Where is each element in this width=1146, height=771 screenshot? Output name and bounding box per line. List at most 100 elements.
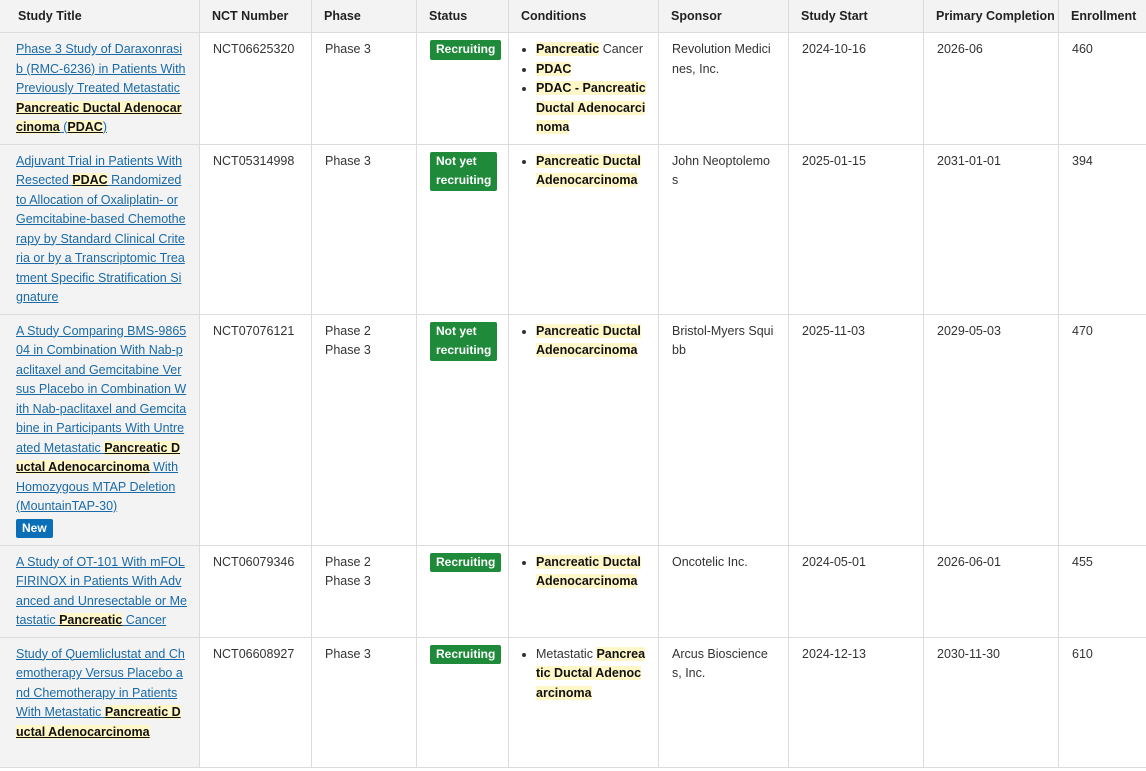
- col-header-conditions[interactable]: Conditions: [508, 0, 659, 33]
- status-cell: Recruiting: [416, 32, 509, 145]
- table-row: A Study of OT-101 With mFOLFIRINOX in Pa…: [0, 544, 1146, 638]
- status-badge: Not yet recruiting: [430, 321, 498, 361]
- table-row: A Study Comparing BMS-986504 in Combinat…: [0, 313, 1146, 546]
- search-highlight[interactable]: Pancreatic Ductal Adenocarcinoma: [16, 705, 181, 739]
- col-header-status[interactable]: Status: [416, 0, 509, 33]
- study-title-cell: A Study of OT-101 With mFOLFIRINOX in Pa…: [0, 544, 200, 638]
- col-header-study-start[interactable]: Study Start: [788, 0, 924, 33]
- condition-item: Pancreatic Ductal Adenocarcinoma: [536, 553, 646, 592]
- study-start-cell: 2024-05-01: [788, 544, 924, 638]
- status-badge-line: Recruiting: [436, 646, 496, 661]
- primary-completion-cell: 2029-05-03: [923, 313, 1059, 546]
- primary-completion-cell: 2026-06-01: [923, 544, 1059, 638]
- phase-value: Phase 2: [325, 554, 371, 569]
- conditions-list: Pancreatic Ductal Adenocarcinoma: [522, 553, 646, 592]
- search-highlight[interactable]: Pancreatic Ductal Adenocarcinoma: [16, 440, 180, 474]
- phase-cell: Phase 2 Phase 3: [311, 544, 417, 638]
- col-header-title[interactable]: Study Title: [0, 0, 200, 33]
- primary-completion-cell: 2030-11-30: [923, 636, 1059, 768]
- search-highlight[interactable]: Pancreatic: [59, 613, 123, 627]
- search-highlight: Pancreatic: [536, 42, 600, 56]
- enrollment-cell: 394: [1058, 143, 1146, 315]
- phase-value: Phase 3: [325, 42, 371, 56]
- sponsor-cell: John Neoptolemos: [658, 143, 789, 315]
- nct-number-cell: NCT07076121: [199, 313, 312, 546]
- conditions-cell: Pancreatic Ductal Adenocarcinoma: [508, 544, 659, 638]
- condition-item: Pancreatic Ductal Adenocarcinoma: [536, 152, 646, 191]
- search-highlight: Pancreatic Ductal Adenocarcinoma: [536, 323, 641, 357]
- status-badge: Recruiting: [430, 40, 502, 60]
- status-badge-line: recruiting: [436, 343, 492, 357]
- status-cell: Not yet recruiting: [416, 313, 509, 546]
- sponsor-cell: Arcus Biosciences, Inc.: [658, 636, 789, 768]
- study-start-cell: 2025-01-15: [788, 143, 924, 315]
- search-highlight: Pancreatic Ductal Adenocarcinoma: [536, 554, 641, 588]
- search-highlight: Pancreatic Ductal Adenocarcinoma: [536, 646, 646, 700]
- conditions-cell: Metastatic Pancreatic Ductal Adenocarcin…: [508, 636, 659, 768]
- search-highlight[interactable]: PDAC: [72, 173, 108, 187]
- table-row: Adjuvant Trial in Patients With Resected…: [0, 143, 1146, 315]
- sponsor-cell: Revolution Medicines, Inc.: [658, 32, 789, 145]
- phase-value: Phase 2: [325, 323, 371, 338]
- conditions-list: Pancreatic CancerPDAC PDAC - Pancreatic D…: [522, 40, 646, 138]
- table-row: Study of Quemliclustat and Chemotherapy …: [0, 636, 1146, 768]
- nct-number-cell: NCT06608927: [199, 636, 312, 768]
- phase-value: Phase 3: [325, 343, 371, 357]
- status-badge-line: Recruiting: [436, 42, 496, 56]
- status-cell: Not yet recruiting: [416, 143, 509, 315]
- study-title-link[interactable]: Phase 3 Study of Daraxonrasib (RMC-6236)…: [16, 42, 186, 134]
- col-header-enrollment[interactable]: Enrollment: [1058, 0, 1146, 33]
- study-title-cell: A Study Comparing BMS-986504 in Combinat…: [0, 313, 200, 546]
- enrollment-cell: 470: [1058, 313, 1146, 546]
- nct-number-cell: NCT06625320: [199, 32, 312, 145]
- phase-value: Phase 3: [325, 153, 371, 168]
- condition-item: Pancreatic Cancer: [536, 40, 646, 60]
- nct-number-cell: NCT06079346: [199, 544, 312, 638]
- col-header-sponsor[interactable]: Sponsor: [658, 0, 789, 33]
- study-title-cell: Phase 3 Study of Daraxonrasib (RMC-6236)…: [0, 32, 200, 145]
- status-badge: Recruiting: [430, 644, 502, 664]
- new-badge: New: [16, 518, 53, 538]
- table-row: Phase 3 Study of Daraxonrasib (RMC-6236)…: [0, 32, 1146, 145]
- col-header-primary-completion[interactable]: Primary Completion: [923, 0, 1059, 33]
- study-title-link[interactable]: A Study of OT-101 With mFOLFIRINOX in Pa…: [16, 555, 187, 627]
- nct-number-cell: NCT05314998: [199, 143, 312, 315]
- primary-completion-cell: 2031-01-01: [923, 143, 1059, 315]
- study-title-link[interactable]: Study of Quemliclustat and Chemotherapy …: [16, 647, 185, 739]
- phase-cell: Phase 3: [311, 143, 417, 315]
- phase-cell: Phase 3: [311, 636, 417, 768]
- status-badge-line: Not yet: [436, 153, 477, 168]
- study-title-link[interactable]: Adjuvant Trial in Patients With Resected…: [16, 154, 186, 305]
- condition-item: PDAC - Pancreatic Ductal Adenocarcinoma: [536, 79, 646, 138]
- condition-item: Metastatic Pancreatic Ductal Adenocarcin…: [536, 645, 646, 704]
- condition-item: PDAC: [536, 60, 646, 80]
- study-start-cell: 2025-11-03: [788, 313, 924, 546]
- search-highlight: PDAC: [536, 61, 572, 76]
- header-row: Study Title NCT Number Phase Status Cond…: [0, 0, 1146, 33]
- condition-item: Pancreatic Ductal Adenocarcinoma: [536, 322, 646, 361]
- conditions-list: Metastatic Pancreatic Ductal Adenocarcin…: [522, 645, 646, 704]
- search-highlight: PDAC - Pancreatic Ductal Adenocarcinoma: [536, 81, 646, 134]
- col-header-phase[interactable]: Phase: [311, 0, 417, 33]
- conditions-list: Pancreatic Ductal Adenocarcinoma: [522, 322, 646, 361]
- status-badge: Not yet recruiting: [430, 151, 498, 191]
- sponsor-cell: Bristol-Myers Squibb: [658, 313, 789, 546]
- enrollment-cell: 460: [1058, 32, 1146, 145]
- study-title-cell: Adjuvant Trial in Patients With Resected…: [0, 143, 200, 315]
- enrollment-cell: 610: [1058, 636, 1146, 768]
- enrollment-cell: 455: [1058, 544, 1146, 638]
- conditions-cell: Pancreatic Ductal Adenocarcinoma: [508, 313, 659, 546]
- phase-cell: Phase 3: [311, 32, 417, 145]
- conditions-list: Pancreatic Ductal Adenocarcinoma: [522, 152, 646, 191]
- search-highlight: Pancreatic Ductal Adenocarcinoma: [536, 153, 641, 187]
- status-badge-line: recruiting: [436, 173, 492, 187]
- phase-cell: Phase 2 Phase 3: [311, 313, 417, 546]
- study-start-cell: 2024-12-13: [788, 636, 924, 768]
- col-header-nct[interactable]: NCT Number: [199, 0, 312, 33]
- study-title-link[interactable]: A Study Comparing BMS-986504 in Combinat…: [16, 324, 186, 513]
- conditions-cell: Pancreatic Ductal Adenocarcinoma: [508, 143, 659, 315]
- phase-value: Phase 3: [325, 646, 371, 661]
- status-badge: Recruiting: [430, 552, 502, 572]
- search-highlight[interactable]: PDAC: [67, 120, 103, 134]
- sponsor-cell: Oncotelic Inc.: [658, 544, 789, 638]
